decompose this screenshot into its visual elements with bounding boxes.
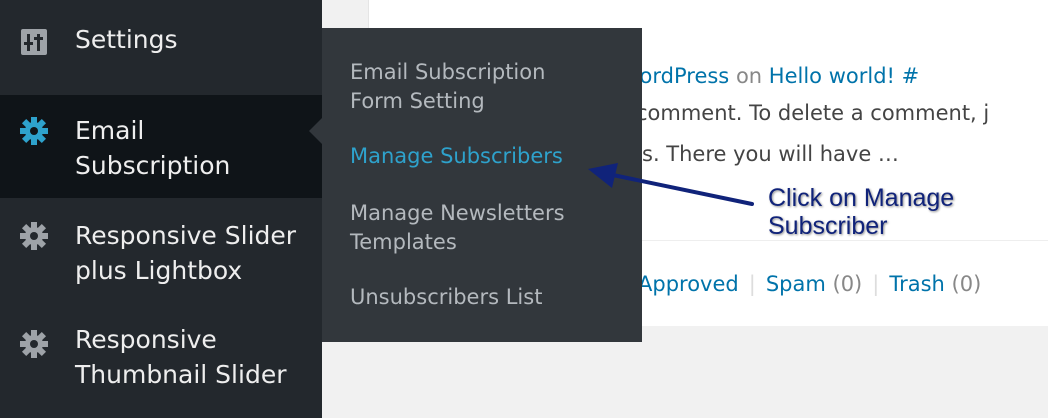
filter-spam-count: (0)	[832, 272, 863, 296]
filter-spam-link[interactable]: Spam	[766, 272, 826, 296]
annotation-callout: Click on Manage Subscriber	[768, 184, 955, 240]
sidebar-item-responsive-thumbnail-slider[interactable]: Responsive Thumbnail Slider	[0, 314, 322, 418]
comment-filters: Approved | Spam (0) | Trash (0)	[638, 270, 981, 299]
sidebar-item-label: Email Subscription	[75, 116, 231, 180]
gear-icon	[20, 222, 48, 250]
submenu-pointer	[309, 117, 323, 145]
sidebar-item-settings[interactable]: Settings	[0, 0, 322, 94]
annotation-arrow	[588, 163, 754, 206]
comment-header: WordPress on Hello world! #	[620, 62, 919, 91]
gear-icon	[20, 330, 48, 358]
submenu-item-unsubscribers-list[interactable]: Unsubscribers List	[350, 283, 635, 312]
sidebar-item-label: Settings	[75, 25, 178, 54]
filter-trash-link[interactable]: Trash	[889, 272, 945, 296]
submenu-item-form-setting[interactable]: Email Subscription Form Setting	[350, 58, 635, 116]
sidebar-item-label: Responsive Thumbnail Slider	[75, 325, 287, 389]
settings-sliders-icon	[21, 29, 47, 55]
sidebar-item-label: Responsive Slider plus Lightbox	[75, 221, 297, 285]
gear-icon	[20, 117, 48, 145]
comment-on-text: on	[735, 64, 763, 88]
filter-separator: |	[748, 272, 756, 296]
admin-sidebar: Settings Email Subscription Responsive S…	[0, 0, 322, 418]
filter-approved-link[interactable]: Approved	[638, 272, 739, 296]
comment-excerpt-line: comment. To delete a comment, j	[636, 101, 990, 125]
filter-separator: |	[872, 272, 880, 296]
sidebar-item-responsive-slider[interactable]: Responsive Slider plus Lightbox	[0, 206, 322, 306]
comment-post-link[interactable]: Hello world! #	[769, 64, 919, 88]
sidebar-item-email-subscription[interactable]: Email Subscription	[0, 95, 322, 198]
filter-trash-count: (0)	[951, 272, 982, 296]
